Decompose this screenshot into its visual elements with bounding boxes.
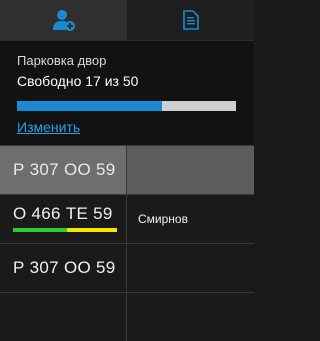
change-link[interactable]: Изменить <box>17 119 80 135</box>
top-tab-bar <box>0 0 254 41</box>
tab-documents[interactable] <box>127 0 254 40</box>
add-user-icon <box>52 10 75 31</box>
parking-progress-fill <box>17 101 162 111</box>
table-row[interactable]: Р 307 ОО 59 <box>0 243 254 292</box>
vehicle-list: Р 307 ОО 59 О 466 ТЕ 59 Смирнов Р 307 ОО… <box>0 145 254 341</box>
plate-cell: Р 307 ОО 59 <box>0 146 127 194</box>
table-row[interactable] <box>0 292 254 341</box>
parking-title: Парковка двор <box>17 53 107 68</box>
status-bar-yellow <box>67 228 117 232</box>
plate-number: Р 307 ОО 59 <box>13 258 116 277</box>
parking-panel: Парковка двор Свободно 17 из 50 Изменить <box>0 41 254 145</box>
plate-cell: Р 307 ОО 59 <box>0 244 127 292</box>
parking-status: Свободно 17 из 50 <box>17 73 139 89</box>
plate-cell: О 466 ТЕ 59 <box>0 195 127 243</box>
parking-progress <box>17 101 236 111</box>
table-row[interactable]: О 466 ТЕ 59 Смирнов <box>0 194 254 243</box>
status-bar-green <box>13 228 68 232</box>
document-icon <box>182 10 199 30</box>
plate-number: О 466 ТЕ 59 <box>13 204 113 223</box>
plate-cell <box>0 293 127 341</box>
tab-add-user[interactable] <box>0 0 127 40</box>
status-bar <box>13 228 117 232</box>
plate-number: Р 307 ОО 59 <box>13 160 116 179</box>
owner-name: Смирнов <box>138 212 188 226</box>
table-row[interactable]: Р 307 ОО 59 <box>0 145 254 194</box>
